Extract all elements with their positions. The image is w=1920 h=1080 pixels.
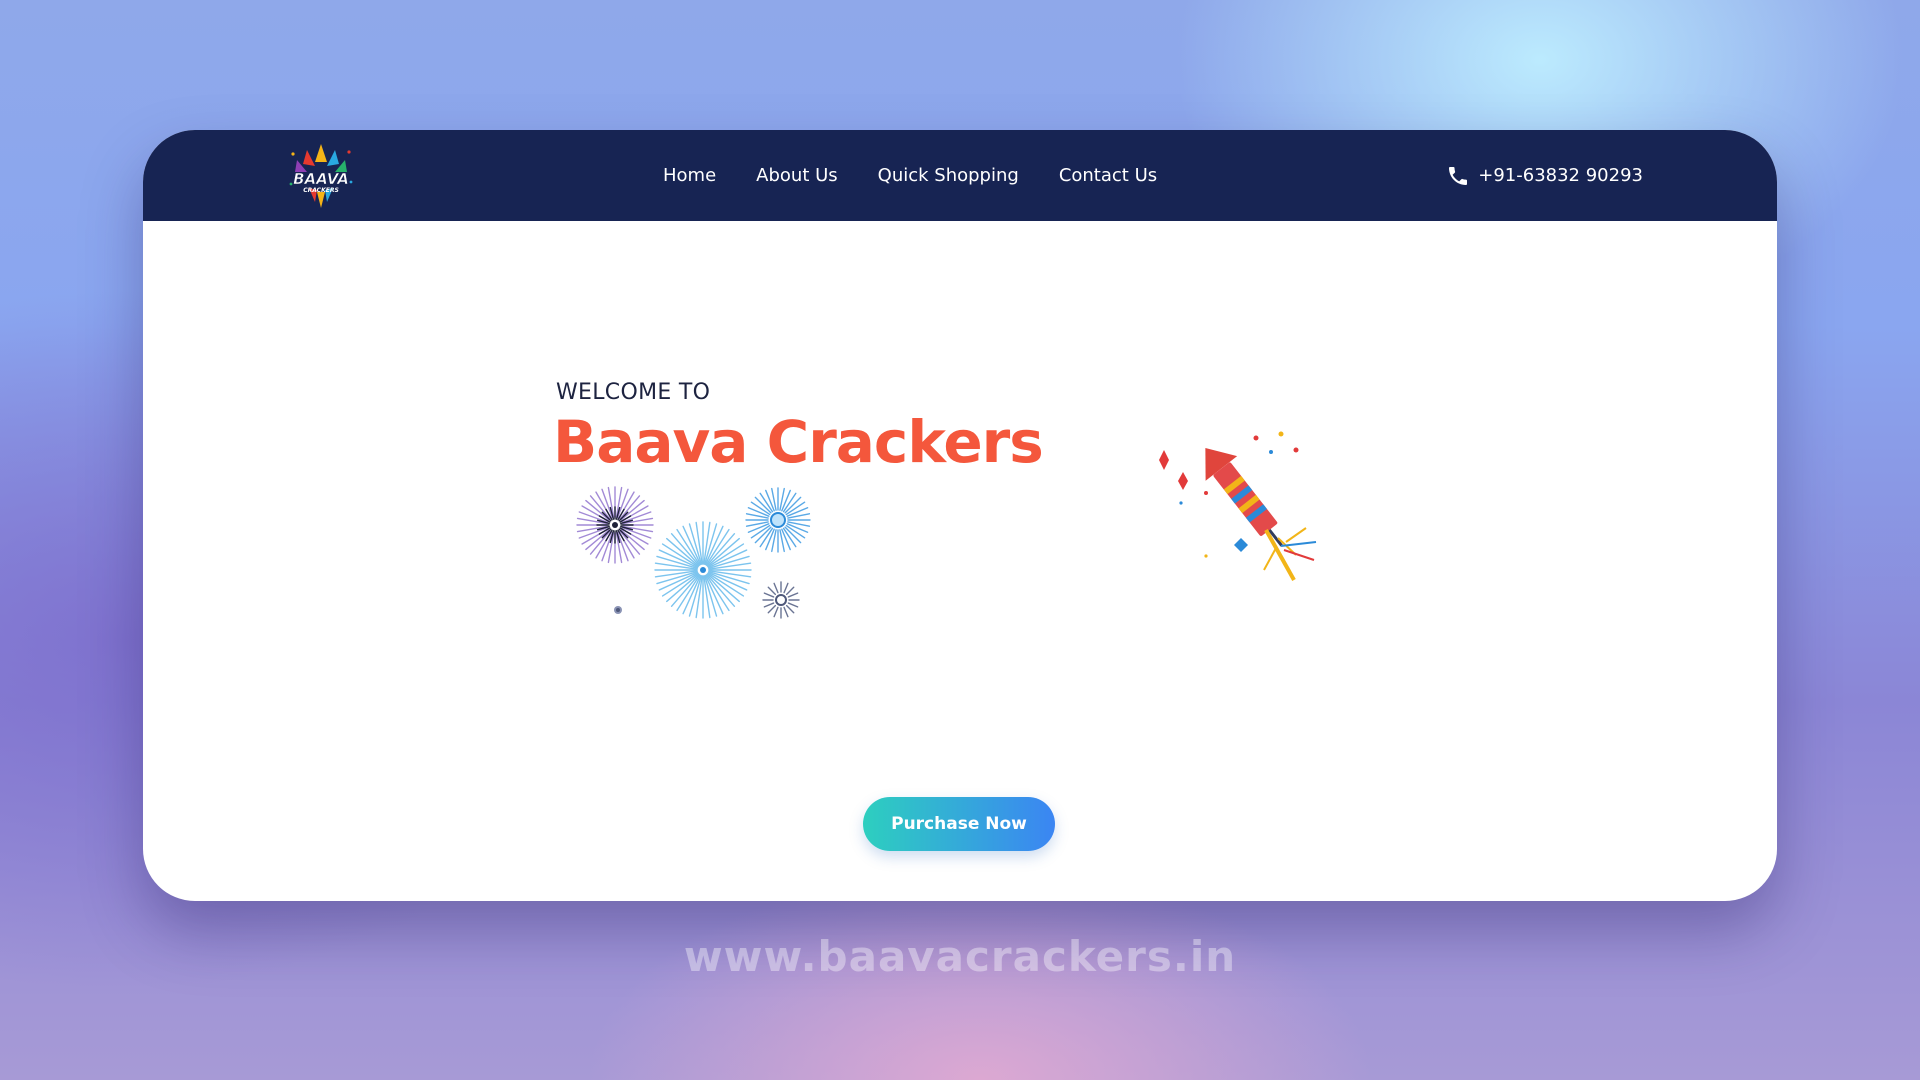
main-nav: Home About Us Quick Shopping Contact Us	[663, 130, 1197, 221]
brand-logo[interactable]: BAAVA CRACKERS	[285, 140, 357, 212]
nav-about-us[interactable]: About Us	[756, 165, 838, 186]
hero-title: Baava Crackers	[553, 408, 1044, 476]
navbar: BAAVA CRACKERS Home About Us Quick Shopp…	[143, 130, 1777, 221]
rocket-firecracker-illustration	[1159, 431, 1317, 581]
nav-home[interactable]: Home	[663, 165, 716, 186]
welcome-text: WELCOME TO	[556, 380, 711, 405]
logo-wordmark: BAAVA	[293, 170, 349, 188]
firework-burst-small	[762, 581, 800, 619]
website-url-watermark: www.baavacrackers.in	[683, 932, 1237, 981]
phone-icon	[1449, 166, 1468, 185]
website-card: BAAVA CRACKERS Home About Us Quick Shopp…	[143, 130, 1777, 901]
phone-contact[interactable]: +91-63832 90293	[1446, 130, 1643, 221]
baava-crackers-logo-icon: BAAVA CRACKERS	[289, 144, 353, 208]
firework-burst-purple	[576, 486, 654, 564]
purchase-now-button[interactable]: Purchase Now	[863, 797, 1055, 851]
nav-quick-shopping[interactable]: Quick Shopping	[878, 165, 1019, 186]
firework-burst-blue	[745, 487, 811, 553]
fireworks-illustration	[576, 486, 811, 619]
nav-contact-us[interactable]: Contact Us	[1059, 165, 1157, 186]
firework-burst-lightblue	[654, 521, 752, 619]
phone-number: +91-63832 90293	[1478, 165, 1643, 186]
logo-subtext: CRACKERS	[303, 187, 339, 194]
